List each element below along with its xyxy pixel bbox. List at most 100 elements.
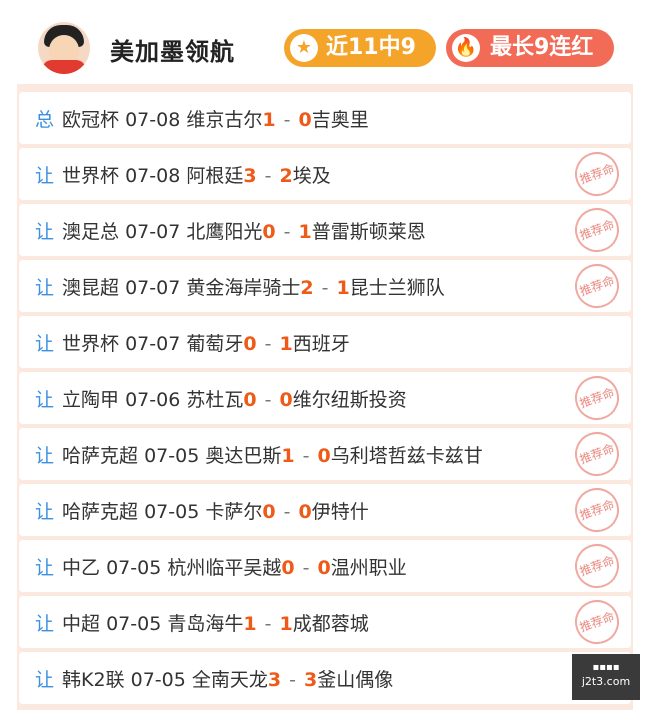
home-score: 1 xyxy=(262,109,276,131)
score-separator: - xyxy=(289,669,296,691)
home-score: 3 xyxy=(243,165,257,187)
match-row[interactable]: 让中乙 07-05 杭州临平吴越0-0温州职业 推荐命中 xyxy=(19,537,631,612)
page: 美加墨领航 ★ 近11中9 🔥 最长9连红 总欧冠杯 07-08 维京古尔1-0… xyxy=(0,0,650,710)
home-score: 2 xyxy=(300,277,314,299)
away-score: 0 xyxy=(317,445,331,467)
match-text: 让世界杯 07-07 葡萄牙0-1西班牙 xyxy=(35,329,350,356)
league: 世界杯 xyxy=(62,333,120,355)
hit-stamp-icon: 推荐命中 xyxy=(568,201,626,276)
expert-name: 美加墨领航 xyxy=(110,38,235,66)
home-team: 阿根廷 xyxy=(186,165,244,187)
tag: 让 xyxy=(35,613,55,635)
home-score: 0 xyxy=(262,501,276,523)
home-team: 青岛海牛 xyxy=(167,613,244,635)
away-score: 0 xyxy=(317,557,331,579)
hit-stamp-icon: 推荐命中 xyxy=(568,425,626,500)
hit-stamp-icon: 推荐命中 xyxy=(568,369,626,444)
match-row[interactable]: 让中超 07-05 青岛海牛1-1成都蓉城 推荐命中 xyxy=(19,593,631,668)
away-team: 吉奥里 xyxy=(311,109,369,131)
away-team: 普雷斯顿莱恩 xyxy=(311,221,426,243)
away-score: 2 xyxy=(279,165,293,187)
score-separator: - xyxy=(264,613,272,635)
date: 07-07 xyxy=(125,277,181,299)
match-row[interactable]: 总欧冠杯 07-08 维京古尔1-0吉奥里 xyxy=(19,92,631,144)
home-team: 黄金海岸骑士 xyxy=(186,277,301,299)
tag: 让 xyxy=(35,277,55,299)
away-score: 0 xyxy=(279,389,293,411)
tag: 让 xyxy=(35,501,55,523)
date: 07-07 xyxy=(125,333,181,355)
tag: 让 xyxy=(35,221,55,243)
tag: 总 xyxy=(35,109,55,131)
away-score: 0 xyxy=(298,109,312,131)
match-text: 让哈萨克超 07-05 奥达巴斯1-0乌利塔哲兹卡兹甘 xyxy=(35,441,483,468)
date: 07-05 xyxy=(130,669,186,691)
match-text: 让立陶甲 07-06 苏杜瓦0-0维尔纽斯投资 xyxy=(35,385,407,412)
score-separator: - xyxy=(283,221,291,243)
tag: 让 xyxy=(35,669,55,691)
date: 07-06 xyxy=(125,389,181,411)
match-text: 让韩K2联 07-05 全南天龙3-3釜山偶像 xyxy=(35,665,393,692)
away-team: 维尔纽斯投资 xyxy=(292,389,407,411)
expert-header: 美加墨领航 ★ 近11中9 🔥 最长9连红 xyxy=(0,0,650,84)
home-team: 全南天龙 xyxy=(191,669,268,691)
match-row[interactable]: 让韩K2联 07-05 全南天龙3-3釜山偶像 xyxy=(19,652,631,704)
date: 07-08 xyxy=(125,109,181,131)
hit-stamp-icon: 推荐命中 xyxy=(568,593,626,668)
away-team: 乌利塔哲兹卡兹甘 xyxy=(330,445,483,467)
league: 澳足总 xyxy=(62,221,120,243)
match-text: 让中超 07-05 青岛海牛1-1成都蓉城 xyxy=(35,609,369,636)
home-score: 0 xyxy=(281,557,295,579)
expert-avatar[interactable] xyxy=(38,22,90,74)
match-text: 让哈萨克超 07-05 卡萨尔0-0伊特什 xyxy=(35,497,369,524)
tag: 让 xyxy=(35,445,55,467)
date: 07-05 xyxy=(144,501,200,523)
home-team: 苏杜瓦 xyxy=(186,389,244,411)
score-separator: - xyxy=(264,165,272,187)
recent-record-badge: ★ 近11中9 xyxy=(284,29,436,67)
match-row[interactable]: 让世界杯 07-07 葡萄牙0-1西班牙 xyxy=(19,316,631,368)
home-score: 0 xyxy=(243,389,257,411)
league: 立陶甲 xyxy=(62,389,120,411)
match-row[interactable]: 让哈萨克超 07-05 卡萨尔0-0伊特什 推荐命中 xyxy=(19,481,631,556)
match-row[interactable]: 让世界杯 07-08 阿根廷3-2埃及 推荐命中 xyxy=(19,145,631,220)
tag: 让 xyxy=(35,333,55,355)
away-score: 1 xyxy=(298,221,312,243)
score-separator: - xyxy=(264,389,272,411)
league: 中乙 xyxy=(62,557,101,579)
match-text: 总欧冠杯 07-08 维京古尔1-0吉奥里 xyxy=(35,105,369,132)
hit-stamp-icon: 推荐命中 xyxy=(568,481,626,556)
league: 欧冠杯 xyxy=(62,109,120,131)
away-team: 昆士兰狮队 xyxy=(349,277,445,299)
date: 07-05 xyxy=(106,613,162,635)
home-score: 1 xyxy=(243,613,257,635)
tag: 让 xyxy=(35,557,55,579)
away-team: 西班牙 xyxy=(292,333,350,355)
away-score: 1 xyxy=(279,333,293,355)
score-separator: - xyxy=(283,109,291,131)
away-score: 1 xyxy=(336,277,350,299)
site-watermark: ▪▪▪▪ j2t3.com xyxy=(572,654,640,700)
date: 07-05 xyxy=(144,445,200,467)
away-score: 1 xyxy=(279,613,293,635)
away-score: 0 xyxy=(298,501,312,523)
league: 韩K2联 xyxy=(62,669,125,691)
tag: 让 xyxy=(35,165,55,187)
match-row[interactable]: 让澳足总 07-07 北鹰阳光0-1普雷斯顿莱恩 推荐命中 xyxy=(19,201,631,276)
recent-record-label: 近11中9 xyxy=(326,35,416,60)
score-separator: - xyxy=(264,333,272,355)
match-row[interactable]: 让澳昆超 07-07 黄金海岸骑士2-1昆士兰狮队 推荐命中 xyxy=(19,257,631,332)
home-team: 北鹰阳光 xyxy=(186,221,263,243)
away-score: 3 xyxy=(304,669,318,691)
match-row[interactable]: 让立陶甲 07-06 苏杜瓦0-0维尔纽斯投资 推荐命中 xyxy=(19,369,631,444)
flame-icon: 🔥 xyxy=(452,34,480,62)
home-team: 维京古尔 xyxy=(186,109,263,131)
match-row[interactable]: 让哈萨克超 07-05 奥达巴斯1-0乌利塔哲兹卡兹甘 推荐命中 xyxy=(19,425,631,500)
date: 07-07 xyxy=(125,221,181,243)
win-streak-label: 最长9连红 xyxy=(490,35,594,60)
score-separator: - xyxy=(302,557,310,579)
match-text: 让世界杯 07-08 阿根廷3-2埃及 xyxy=(35,161,331,188)
home-score: 3 xyxy=(267,669,282,691)
match-text: 让澳昆超 07-07 黄金海岸骑士2-1昆士兰狮队 xyxy=(35,273,445,300)
away-team: 温州职业 xyxy=(330,557,407,579)
